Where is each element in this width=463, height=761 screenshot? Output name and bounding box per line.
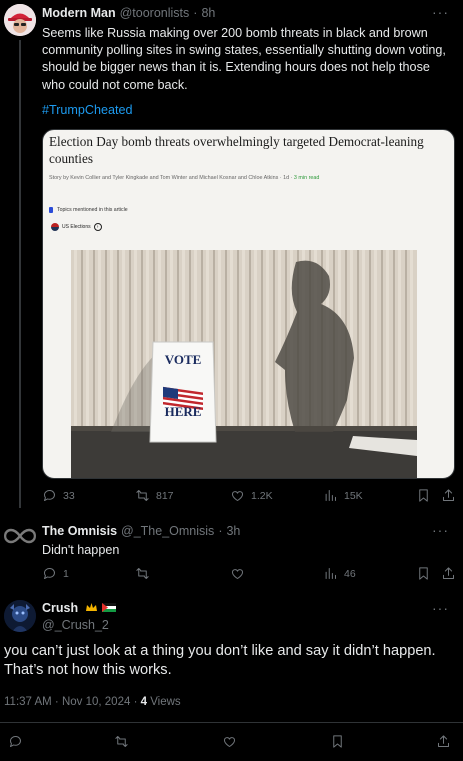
bookmark-button[interactable]: [416, 566, 431, 581]
arrow-icon: ›: [93, 223, 102, 231]
dot-separator: ·: [193, 6, 198, 20]
avatar[interactable]: [4, 4, 36, 36]
topics-label: Topics mentioned in this article: [57, 207, 128, 213]
share-icon: [438, 735, 449, 747]
views-label: Views: [150, 696, 181, 708]
reply-button[interactable]: 33: [42, 488, 75, 503]
reply-icon: [44, 568, 55, 579]
topics-icon: [49, 207, 53, 213]
article-card[interactable]: Election Day bomb threats overwhelmingly…: [42, 129, 455, 479]
like-icon: [223, 737, 236, 747]
infinity-icon: [4, 528, 36, 544]
like-count: 1.2K: [251, 489, 273, 502]
sign-here-text: HERE: [165, 404, 202, 419]
main-post-text: you can’t just look at a thing you don’t…: [4, 643, 436, 679]
more-icon[interactable]: ···: [432, 4, 449, 20]
post-timestamp[interactable]: 11:37 AM · Nov 10, 2024: [4, 696, 130, 708]
repost-button[interactable]: 817: [135, 488, 174, 503]
repost-button[interactable]: [135, 566, 150, 581]
bookmark-button[interactable]: [416, 488, 431, 503]
like-button[interactable]: [222, 734, 237, 749]
like-icon: [231, 491, 244, 501]
post-header: Crush: [42, 601, 117, 615]
author-name[interactable]: Crush: [42, 601, 78, 615]
bookmark-icon: [333, 735, 342, 748]
views-count: 4: [140, 696, 148, 708]
author-handle[interactable]: @tooronlists: [120, 6, 190, 20]
avatar[interactable]: [4, 520, 36, 552]
bookmark-icon: [419, 567, 428, 580]
dot-separator: ·: [133, 696, 141, 708]
reply-icon: [44, 490, 55, 501]
topic-chip-label: US Elections: [62, 224, 91, 230]
post-text: Seems like Russia making over 200 bomb t…: [42, 26, 446, 92]
article-byline: Story by Kevin Collier and Tyler Kingkad…: [49, 175, 320, 181]
main-post-actions: [4, 734, 456, 752]
read-time: 3 min read: [293, 175, 320, 181]
article-age: 1d: [283, 175, 290, 181]
like-button[interactable]: [230, 566, 245, 581]
like-icon: [231, 569, 244, 579]
post-header: The Omnisis @_The_Omnisis · 3h: [42, 524, 240, 538]
article-photo: VOTE HERE: [71, 250, 417, 478]
post-actions: 1 46: [42, 566, 457, 584]
repost-count: 817: [156, 489, 174, 502]
tweet-modern-man[interactable]: Modern Man @tooronlists · 8h ··· Seems l…: [0, 0, 463, 512]
share-icon: [443, 567, 454, 579]
post-text: Didn't happen: [42, 543, 120, 557]
topics-heading: Topics mentioned in this article: [49, 207, 128, 213]
repost-icon: [136, 568, 149, 579]
flag-emoji-icon: [102, 601, 117, 612]
author-handle[interactable]: @_The_Omnisis: [121, 524, 214, 538]
view-count: 46: [344, 567, 356, 580]
post-header: Modern Man @tooronlists · 8h: [42, 6, 215, 20]
repost-icon: [136, 490, 149, 501]
topic-chip[interactable]: US Elections ›: [51, 223, 102, 231]
reply-icon: [10, 736, 21, 747]
bookmark-icon: [419, 489, 428, 502]
sign-vote-text: VOTE: [165, 352, 202, 367]
views-icon: [325, 490, 336, 501]
article-title: Election Day bomb threats overwhelmingly…: [49, 134, 424, 166]
repost-button[interactable]: [114, 734, 129, 749]
more-icon[interactable]: ···: [432, 600, 449, 616]
views-icon: [325, 568, 336, 579]
post-meta: 11:37 AM · Nov 10, 2024 · 4 Views: [4, 696, 181, 708]
share-icon: [443, 489, 454, 501]
like-button[interactable]: 1.2K: [230, 488, 273, 503]
tweet-the-omnisis[interactable]: The Omnisis @_The_Omnisis · 3h ··· Didn'…: [0, 516, 463, 590]
reply-count: 33: [63, 489, 75, 502]
hashtag-link[interactable]: #TrumpCheated: [42, 102, 133, 119]
bookmark-button[interactable]: [330, 734, 345, 749]
post-time[interactable]: 8h: [201, 6, 215, 20]
views-button[interactable]: 15K: [323, 488, 363, 503]
share-button[interactable]: [441, 566, 456, 581]
author-handle[interactable]: @_Crush_2: [42, 618, 109, 632]
author-name[interactable]: Modern Man: [42, 6, 116, 20]
repost-icon: [115, 736, 128, 747]
share-button[interactable]: [436, 734, 451, 749]
reply-button[interactable]: 1: [42, 566, 69, 581]
view-count: 15K: [344, 489, 363, 502]
reply-button[interactable]: [8, 734, 23, 749]
more-icon[interactable]: ···: [432, 522, 449, 538]
share-button[interactable]: [441, 488, 456, 503]
us-flag-icon: [51, 223, 59, 231]
avatar[interactable]: [4, 600, 36, 632]
dot-separator: ·: [218, 524, 223, 538]
author-name[interactable]: The Omnisis: [42, 524, 117, 538]
divider: [0, 722, 463, 723]
post-time[interactable]: 3h: [226, 524, 240, 538]
thread-line: [19, 40, 21, 508]
reply-count: 1: [63, 567, 69, 580]
author-handle-row: @_Crush_2: [42, 618, 109, 632]
views-button[interactable]: 46: [323, 566, 356, 581]
article-authors: Story by Kevin Collier and Tyler Kingkad…: [49, 175, 279, 181]
crown-emoji-icon: [85, 601, 98, 611]
post-actions: 33 817 1.2K 15K: [42, 488, 457, 506]
